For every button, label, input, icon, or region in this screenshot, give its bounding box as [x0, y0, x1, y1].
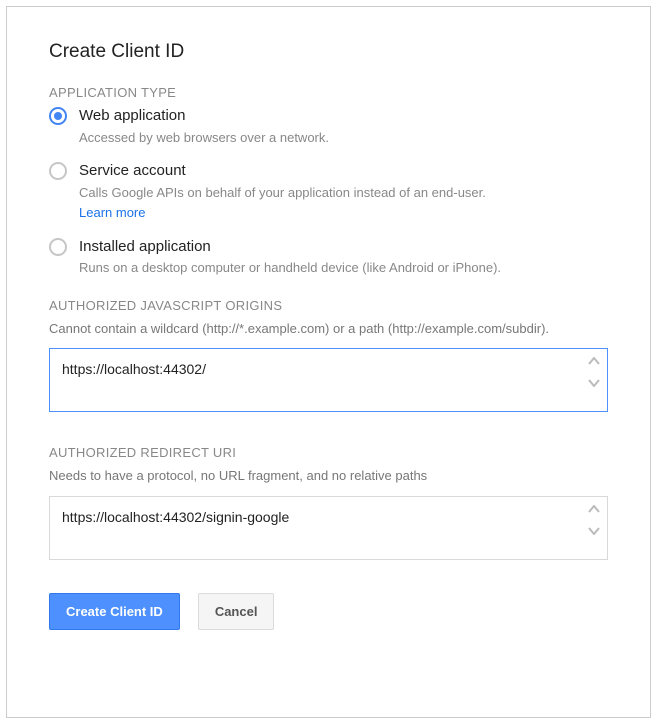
redirect-uri-label: AUTHORIZED REDIRECT URI — [49, 445, 608, 460]
radio-installed-application[interactable]: Installed application Runs on a desktop … — [49, 237, 608, 278]
application-type-label: APPLICATION TYPE — [49, 85, 608, 100]
radio-desc: Accessed by web browsers over a network. — [79, 128, 608, 148]
radio-icon — [49, 238, 67, 256]
radio-label: Service account — [79, 161, 608, 181]
radio-label: Installed application — [79, 237, 608, 257]
create-button[interactable]: Create Client ID — [49, 593, 180, 630]
cancel-button[interactable]: Cancel — [198, 593, 275, 630]
textarea-spinner — [586, 502, 602, 538]
dialog-buttons: Create Client ID Cancel — [49, 593, 608, 630]
create-client-id-dialog: Create Client ID APPLICATION TYPE Web ap… — [6, 6, 651, 718]
radio-service-account[interactable]: Service account Calls Google APIs on beh… — [49, 161, 608, 223]
learn-more-link[interactable]: Learn more — [79, 203, 145, 223]
application-type-group: Web application Accessed by web browsers… — [49, 106, 608, 278]
textarea-spinner — [586, 354, 602, 390]
radio-label: Web application — [79, 106, 608, 126]
spin-down-icon[interactable] — [586, 376, 602, 390]
spin-up-icon[interactable] — [586, 502, 602, 516]
radio-desc: Runs on a desktop computer or handheld d… — [79, 258, 608, 278]
radio-desc: Calls Google APIs on behalf of your appl… — [79, 183, 608, 223]
spin-down-icon[interactable] — [586, 524, 602, 538]
radio-icon — [49, 107, 67, 125]
redirect-uri-desc: Needs to have a protocol, no URL fragmen… — [49, 466, 608, 486]
spin-up-icon[interactable] — [586, 354, 602, 368]
js-origins-label: AUTHORIZED JAVASCRIPT ORIGINS — [49, 298, 608, 313]
dialog-title: Create Client ID — [49, 41, 608, 63]
radio-web-application[interactable]: Web application Accessed by web browsers… — [49, 106, 608, 147]
js-origins-desc: Cannot contain a wildcard (http://*.exam… — [49, 319, 608, 339]
js-origins-input[interactable] — [49, 348, 608, 412]
redirect-uri-input[interactable] — [49, 496, 608, 560]
radio-icon — [49, 162, 67, 180]
